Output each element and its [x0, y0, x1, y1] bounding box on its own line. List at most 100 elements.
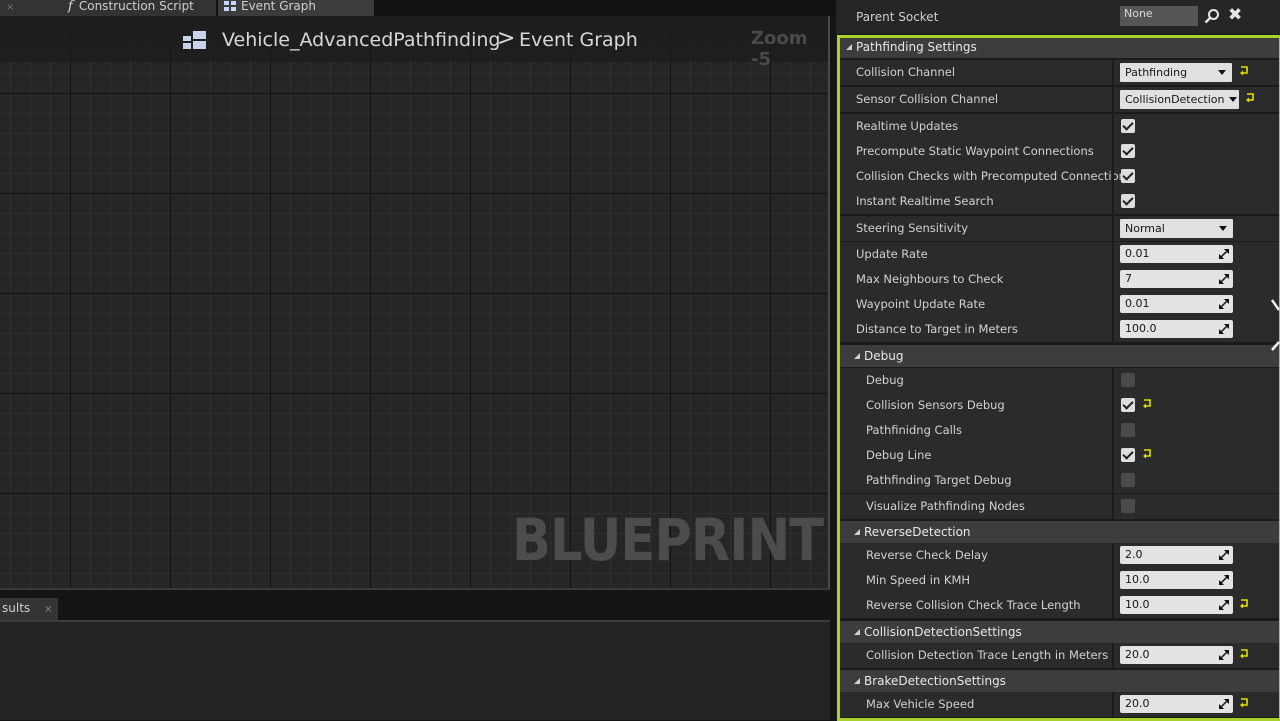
- expand-arrow-icon: [1270, 299, 1280, 351]
- property-label: Distance to Target in Meters: [856, 322, 1018, 336]
- property-instant-realtime-search: Instant Realtime Search: [840, 189, 1280, 214]
- tab-find-results[interactable]: sults ×: [0, 598, 58, 620]
- property-distance-to-target: Distance to Target in Meters 100.0: [840, 317, 1280, 342]
- bottom-tab-strip: [0, 592, 836, 620]
- blueprint-icon: [183, 31, 207, 49]
- spin-arrows-icon[interactable]: [1219, 299, 1229, 309]
- spin-arrows-icon[interactable]: [1219, 274, 1229, 284]
- chevron-down-icon: [1229, 97, 1237, 102]
- category-pathfinding-settings[interactable]: Pathfinding Settings: [840, 36, 1280, 58]
- parent-socket-row: Parent Socket None ✖: [836, 0, 1280, 34]
- debug-line-checkbox[interactable]: [1121, 448, 1135, 462]
- precompute-static-checkbox[interactable]: [1121, 144, 1135, 158]
- search-icon[interactable]: [1204, 8, 1220, 24]
- blueprint-watermark: BLUEPRINT: [512, 506, 824, 574]
- spin-arrows-icon[interactable]: [1219, 575, 1229, 585]
- property-label: Update Rate: [856, 247, 928, 261]
- property-label: Pathfinidng Calls: [866, 423, 962, 437]
- tab-event-graph[interactable]: Event Graph: [218, 0, 374, 16]
- property-label: Reverse Check Delay: [866, 548, 988, 562]
- collapse-triangle-icon[interactable]: [854, 353, 860, 359]
- spin-arrows-icon[interactable]: [1219, 324, 1229, 334]
- property-realtime-updates: Realtime Updates: [840, 114, 1280, 139]
- instant-realtime-search-checkbox[interactable]: [1121, 194, 1135, 208]
- collision-checks-precomputed-checkbox[interactable]: [1121, 169, 1135, 183]
- property-label: Visualize Pathfinding Nodes: [866, 499, 1025, 513]
- reset-to-default-icon[interactable]: [1239, 697, 1249, 709]
- property-label: Debug Line: [866, 448, 932, 462]
- category-brake-detection-settings[interactable]: BrakeDetectionSettings: [840, 670, 1280, 692]
- visualize-nodes-checkbox[interactable]: [1121, 499, 1135, 513]
- number-value: 0.01: [1125, 247, 1150, 260]
- property-label: Instant Realtime Search: [856, 194, 994, 208]
- spin-arrows-icon[interactable]: [1219, 650, 1229, 660]
- property-label: Max Neighbours to Check: [856, 272, 1004, 286]
- chevron-down-icon: [1219, 226, 1227, 231]
- collision-sensors-debug-checkbox[interactable]: [1121, 398, 1135, 412]
- property-label: Max Vehicle Speed: [866, 697, 975, 711]
- category-title: Pathfinding Settings: [856, 40, 977, 54]
- collapse-triangle-icon[interactable]: [846, 44, 852, 50]
- dropdown-value: Pathfinding: [1125, 66, 1188, 79]
- event-graph-canvas[interactable]: Vehicle_AdvancedPathfinding > Event Grap…: [0, 16, 830, 590]
- pathfinding-calls-checkbox[interactable]: [1121, 423, 1135, 437]
- distance-to-target-input[interactable]: 100.0: [1120, 320, 1233, 338]
- dropdown-value: CollisionDetection: [1125, 93, 1225, 106]
- category-debug[interactable]: Debug: [840, 345, 1280, 367]
- breadcrumb-separator-icon: >: [497, 26, 516, 51]
- find-results-panel: [0, 620, 830, 720]
- reset-to-default-icon[interactable]: [1239, 598, 1249, 610]
- property-label: Pathfinding Target Debug: [866, 473, 1012, 487]
- property-label: Precompute Static Waypoint Connections: [856, 144, 1094, 158]
- reverse-check-delay-input[interactable]: 2.0: [1120, 546, 1233, 564]
- min-speed-input[interactable]: 10.0: [1120, 571, 1233, 589]
- category-reverse-detection[interactable]: ReverseDetection: [840, 521, 1280, 543]
- clear-icon[interactable]: ✖: [1228, 5, 1242, 25]
- collapse-triangle-icon[interactable]: [854, 529, 860, 535]
- number-value: 10.0: [1125, 573, 1150, 586]
- category-title: Debug: [864, 349, 904, 363]
- parent-socket-field[interactable]: None: [1120, 6, 1198, 26]
- collision-channel-dropdown[interactable]: Pathfinding: [1120, 63, 1232, 82]
- spin-arrows-icon[interactable]: [1219, 550, 1229, 560]
- reset-to-default-icon[interactable]: [1142, 448, 1152, 460]
- property-collision-sensors-debug: Collision Sensors Debug: [840, 393, 1280, 418]
- reset-to-default-icon[interactable]: [1239, 648, 1249, 660]
- realtime-updates-checkbox[interactable]: [1121, 119, 1135, 133]
- collapse-triangle-icon[interactable]: [854, 629, 860, 635]
- number-value: 20.0: [1125, 697, 1150, 710]
- spin-arrows-icon[interactable]: [1219, 249, 1229, 259]
- update-rate-input[interactable]: 0.01: [1120, 245, 1233, 263]
- spin-arrows-icon[interactable]: [1219, 600, 1229, 610]
- reset-to-default-icon[interactable]: [1239, 65, 1249, 77]
- spin-arrows-icon[interactable]: [1219, 699, 1229, 709]
- property-label: Sensor Collision Channel: [856, 92, 999, 106]
- breadcrumb-graph[interactable]: Event Graph: [519, 29, 638, 51]
- tab-event-graph-label: Event Graph: [241, 0, 316, 13]
- collision-trace-length-input[interactable]: 20.0: [1120, 646, 1233, 664]
- chevron-down-icon: [1218, 70, 1226, 75]
- waypoint-update-rate-input[interactable]: 0.01: [1120, 295, 1233, 313]
- tab-find-results-label: sults: [2, 601, 31, 615]
- tab-close-icon[interactable]: ×: [6, 2, 14, 13]
- max-vehicle-speed-input[interactable]: 20.0: [1120, 695, 1233, 713]
- tab-construction-script[interactable]: × f Construction Script: [0, 0, 216, 16]
- breadcrumb-blueprint[interactable]: Vehicle_AdvancedPathfinding: [222, 29, 501, 51]
- document-tab-bar: × f Construction Script Event Graph: [0, 0, 836, 16]
- reset-to-default-icon[interactable]: [1142, 398, 1152, 410]
- sensor-collision-channel-dropdown[interactable]: CollisionDetection: [1120, 90, 1239, 109]
- collapse-triangle-icon[interactable]: [854, 678, 860, 684]
- property-debug-line: Debug Line: [840, 443, 1280, 468]
- pathfinding-target-debug-checkbox[interactable]: [1121, 473, 1135, 487]
- category-collision-detection-settings[interactable]: CollisionDetectionSettings: [840, 621, 1280, 643]
- debug-checkbox[interactable]: [1121, 373, 1135, 387]
- tab-close-icon[interactable]: ×: [44, 604, 52, 615]
- max-neighbours-input[interactable]: 7: [1120, 270, 1233, 288]
- property-steering-sensitivity: Steering Sensitivity Normal: [840, 216, 1280, 241]
- steering-sensitivity-dropdown[interactable]: Normal: [1120, 219, 1233, 238]
- number-value: 100.0: [1125, 322, 1157, 335]
- reset-to-default-icon[interactable]: [1245, 92, 1255, 104]
- reverse-trace-length-input[interactable]: 10.0: [1120, 596, 1233, 614]
- property-max-vehicle-speed: Max Vehicle Speed 20.0: [840, 692, 1280, 717]
- zoom-level: Zoom -5: [751, 28, 808, 70]
